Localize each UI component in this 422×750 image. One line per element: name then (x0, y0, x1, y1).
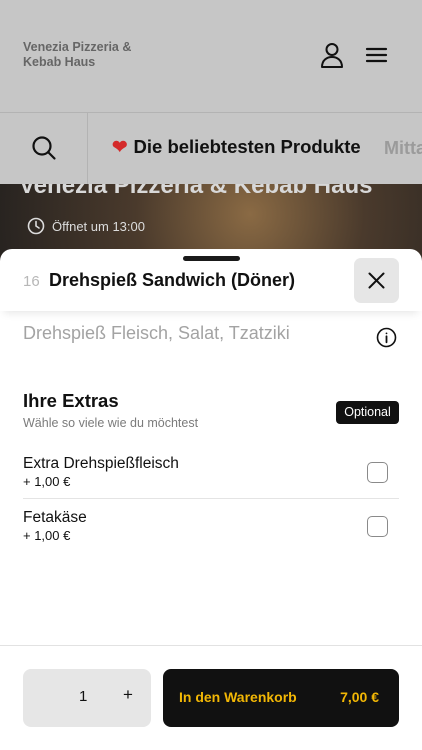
restaurant-brand[interactable]: Venezia Pizzeria & Kebab Haus (23, 40, 131, 70)
sheet-grabber[interactable] (183, 256, 240, 261)
opening-time: Öffnet um 13:00 (52, 218, 145, 234)
add-to-cart-price: 7,00 € (340, 689, 379, 705)
category-tab-label: Die beliebtesten Produkte (133, 136, 361, 157)
hero-title: Venezia Pizzeria & Kebab Haus (19, 184, 373, 199)
add-to-cart-label: In den Warenkorb (179, 689, 297, 705)
close-button[interactable] (354, 258, 399, 303)
heart-icon: ❤ (112, 136, 128, 157)
category-tab-popular[interactable]: ❤ Die beliebtesten Produkte (112, 136, 361, 158)
extra-option-checkbox[interactable] (367, 462, 388, 483)
quantity-plus-button[interactable]: + (119, 685, 137, 707)
opening-status: Öffnet um 13:00 (27, 217, 145, 235)
item-title: Drehspieß Sandwich (Döner) (49, 270, 296, 290)
site-header: Venezia Pizzeria & Kebab Haus (0, 0, 422, 112)
extra-option-name: Extra Drehspießfleisch (23, 455, 179, 472)
category-nav: ❤Die beliebtesten Produkte Mittagsmenü (0, 112, 422, 184)
extras-subtitle: Wähle so viele wie du möchtest (23, 416, 199, 430)
extra-option-row[interactable]: Extra Drehspießfleisch + 1,00 € (23, 455, 399, 499)
quantity-stepper: 1 + (23, 669, 151, 727)
clock-icon (27, 217, 45, 235)
quantity-value: 1 (79, 688, 88, 705)
extra-option-checkbox[interactable] (367, 516, 388, 537)
footer-divider (0, 645, 422, 646)
category-tab-next[interactable]: Mittagsmenü (384, 138, 422, 159)
extra-option-row[interactable]: Fetakäse + 1,00 € (23, 509, 399, 553)
info-icon[interactable] (376, 327, 397, 348)
hamburger-menu-icon[interactable] (362, 40, 392, 70)
extra-option-price: + 1,00 € (23, 528, 71, 543)
extra-option-name: Fetakäse (23, 509, 87, 526)
add-to-cart-button[interactable]: In den Warenkorb 7,00 € (163, 669, 399, 727)
optional-badge: Optional (336, 401, 399, 424)
extras-title: Ihre Extras (23, 390, 119, 411)
user-icon[interactable] (317, 40, 347, 70)
extra-option-price: + 1,00 € (23, 474, 71, 489)
item-description: Drehspieß Fleisch, Salat, Tzatziki (23, 323, 290, 343)
close-icon (368, 272, 385, 289)
item-number: 16 (23, 273, 40, 290)
search-button[interactable] (0, 113, 88, 184)
search-icon (32, 136, 56, 160)
